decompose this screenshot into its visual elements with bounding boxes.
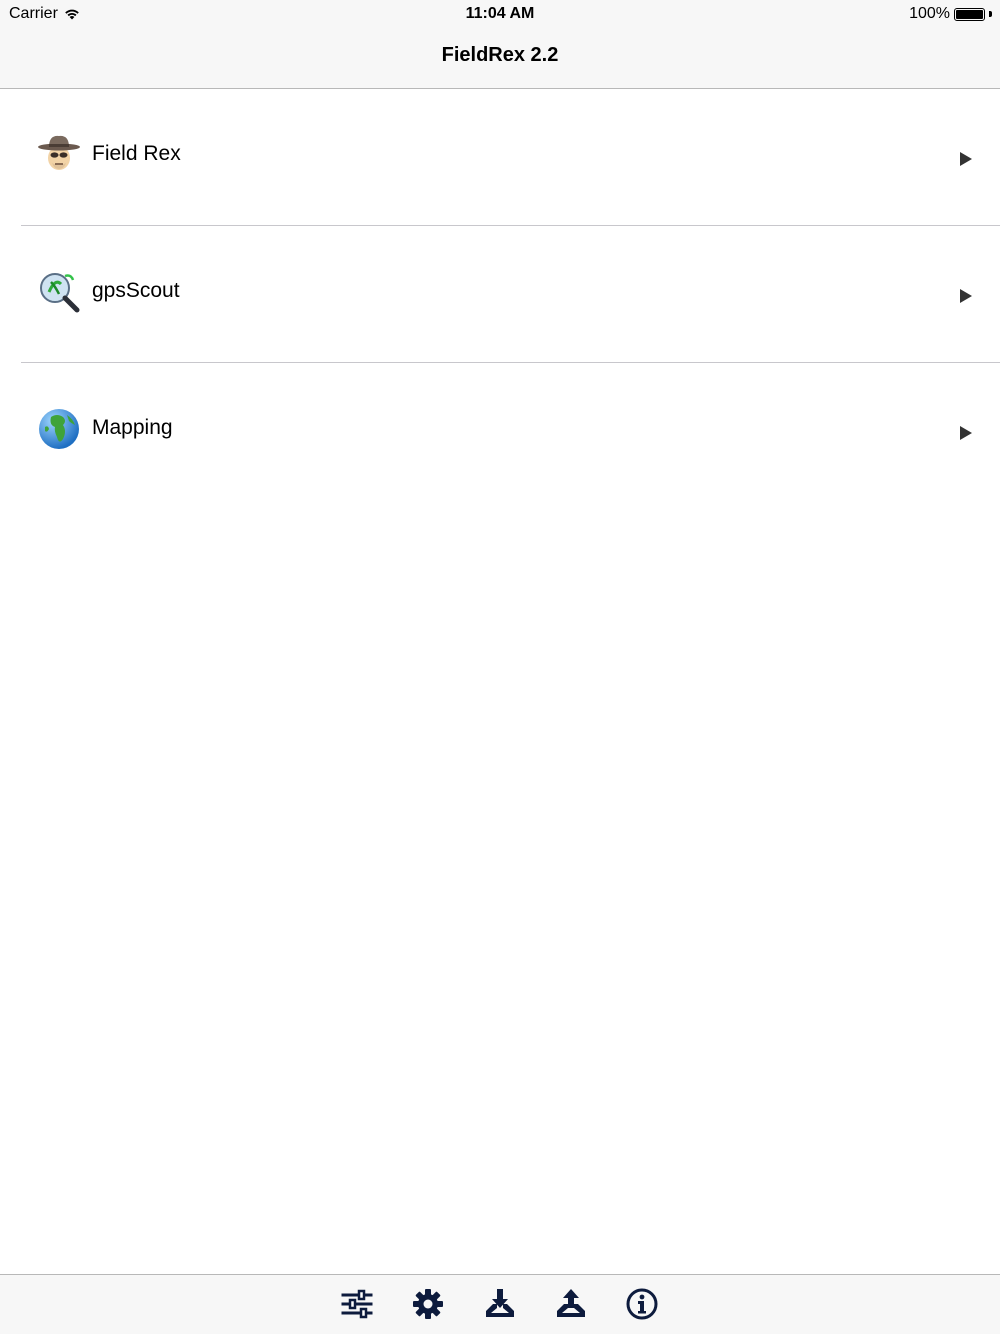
magnifier-plant-icon [40, 273, 80, 313]
chevron-right-icon [960, 426, 972, 440]
chevron-right-icon [960, 152, 972, 166]
navigation-bar: FieldRex 2.2 [0, 28, 1000, 89]
battery-percent: 100% [909, 5, 950, 22]
chevron-right-icon [960, 289, 972, 303]
menu-item-mapping[interactable]: Mapping [0, 363, 1000, 499]
page-title: FieldRex 2.2 [441, 44, 559, 66]
gear-icon[interactable] [411, 1287, 445, 1321]
menu-item-field-rex[interactable]: Field Rex [0, 89, 1000, 225]
menu-list: Field Rex gpsScout Mapping [0, 89, 1000, 499]
battery-indicator: 100% [909, 5, 992, 23]
menu-item-label: gpsScout [92, 279, 180, 302]
battery-icon [954, 7, 985, 21]
menu-item-label: Field Rex [92, 142, 181, 165]
menu-item-gpsscout[interactable]: gpsScout [0, 226, 1000, 362]
sliders-icon[interactable] [340, 1287, 374, 1321]
upload-icon[interactable] [554, 1287, 588, 1321]
info-icon[interactable] [625, 1287, 659, 1321]
menu-item-label: Mapping [92, 416, 173, 439]
cowboy-icon [38, 135, 80, 170]
status-time: 11:04 AM [465, 5, 535, 22]
status-bar: Carrier 11:04 AM 100% [0, 0, 1000, 28]
globe-icon [39, 409, 79, 449]
bottom-toolbar [0, 1274, 1000, 1334]
download-icon[interactable] [483, 1287, 517, 1321]
